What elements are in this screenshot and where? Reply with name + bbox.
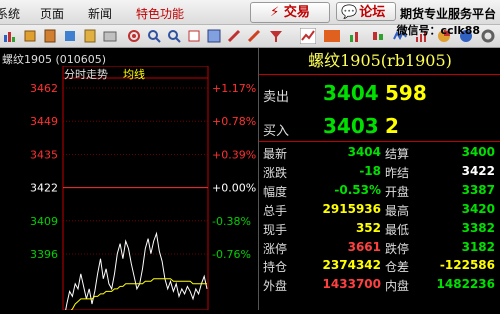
quote-label: 仓差	[385, 260, 410, 275]
ask-label: 卖出	[263, 90, 290, 105]
forum-label: 论坛	[359, 5, 386, 20]
quote-label: 最高	[385, 203, 410, 218]
trend-icon[interactable]	[300, 28, 316, 44]
divider	[259, 141, 500, 142]
trade-button[interactable]: ⚡ 交易	[250, 2, 330, 23]
filter-icon[interactable]	[268, 28, 284, 44]
divider	[259, 74, 500, 75]
pct-tick: -0.76%	[212, 248, 251, 261]
tab-average-line[interactable]: 均线	[123, 67, 145, 81]
forum-button[interactable]: 💬 论坛	[336, 2, 396, 21]
quote-value: 3422	[461, 163, 495, 178]
table-icon[interactable]	[102, 28, 118, 44]
quote-label: 现手	[263, 222, 288, 237]
brush-icon[interactable]	[246, 28, 262, 44]
intraday-chart-svg: 分时走势 均线 3462 +1.17% 3449 +0.78% 3435 +0.39% 34…	[0, 65, 258, 314]
book-icon[interactable]	[42, 28, 58, 44]
price-tick: 3462	[30, 82, 58, 95]
quote-title: 螺纹1905(rb1905)	[308, 51, 452, 70]
quote-label: 持仓	[263, 260, 288, 275]
quote-label: 昨结	[385, 165, 410, 180]
quote-label: 跌停	[385, 241, 410, 256]
zoom-in-icon[interactable]	[166, 28, 182, 44]
quote-value: -122586	[439, 258, 495, 273]
bars-icon[interactable]	[348, 28, 364, 44]
menu-features[interactable]: 特色功能	[136, 5, 184, 22]
price-tick: 3396	[30, 248, 58, 261]
menu-system[interactable]: 系统	[0, 5, 20, 22]
quote-label: 结算	[385, 147, 410, 161]
calendar-icon[interactable]	[186, 28, 202, 44]
bid-volume: 2	[385, 114, 399, 138]
grid-icon[interactable]	[206, 28, 222, 44]
pct-tick: -0.38%	[212, 215, 251, 228]
tick-icon[interactable]	[324, 28, 340, 44]
chart-icon[interactable]	[2, 28, 18, 44]
quote-value: 1482236	[436, 277, 495, 292]
pct-tick: +1.17%	[212, 82, 256, 95]
intraday-chart[interactable]: 分时走势 均线 3462 +1.17% 3449 +0.78% 3435 +0.39% 34…	[0, 65, 258, 314]
chat-bubble-icon: 💬	[341, 5, 358, 20]
pct-tick: +0.78%	[212, 115, 256, 128]
promo-line-2: 微信号：cclk88	[396, 24, 480, 37]
quote-value: 3404	[347, 145, 381, 159]
instrument-header: 螺纹1905 (010605)	[0, 48, 256, 66]
tab-minute-trend[interactable]: 分时走势	[64, 68, 108, 81]
ask-price[interactable]: 3404	[323, 81, 379, 105]
quote-value: 3387	[461, 182, 495, 197]
quote-label: 幅度	[263, 184, 288, 199]
settings-icon[interactable]	[480, 28, 496, 44]
price-tick: 3422	[30, 182, 58, 195]
instrument-code: 螺纹1905 (010605)	[2, 53, 107, 66]
ask-volume: 598	[385, 81, 427, 105]
quote-value: 3382	[461, 220, 495, 235]
bar-icon[interactable]	[22, 28, 38, 44]
pct-tick: +0.39%	[212, 148, 256, 161]
quote-label: 外盘	[263, 279, 288, 294]
search-icon[interactable]	[146, 28, 162, 44]
quote-value: 3661	[347, 239, 381, 254]
target-icon[interactable]	[126, 28, 142, 44]
quote-label: 最低	[385, 222, 410, 237]
quote-label: 涨停	[263, 241, 288, 256]
pct-tick: +0.00%	[212, 182, 256, 195]
menu-page[interactable]: 页面	[40, 5, 64, 22]
quote-panel: 螺纹1905(rb1905) 卖出 3404 598 买入 3403 2 最新 3…	[258, 48, 500, 310]
promo-line-1: 期货专业服务平台	[399, 7, 496, 21]
pen-icon[interactable]	[226, 28, 242, 44]
quote-value: 352	[355, 220, 381, 235]
quote-value: 3420	[461, 201, 495, 216]
quote-value: 3400	[461, 145, 495, 159]
quote-label: 涨跌	[263, 165, 288, 180]
quote-value: 2374342	[322, 258, 381, 273]
bid-price[interactable]: 3403	[323, 114, 379, 138]
quote-label: 内盘	[385, 279, 410, 294]
quote-value: 3182	[461, 239, 495, 254]
price-tick: 3435	[30, 148, 58, 161]
notebook-icon[interactable]	[82, 28, 98, 44]
kline-icon[interactable]	[370, 28, 386, 44]
quote-label: 开盘	[385, 184, 410, 199]
list-icon[interactable]	[62, 28, 78, 44]
quote-value: -18	[359, 163, 381, 178]
menu-news[interactable]: 新闻	[88, 5, 112, 22]
quote-label: 最新	[263, 147, 288, 161]
quote-value: 1433700	[322, 277, 381, 292]
price-tick: 3449	[30, 115, 58, 128]
quote-value: 2915936	[322, 201, 381, 216]
quote-value: -0.53%	[334, 182, 381, 197]
price-tick: 3409	[30, 215, 58, 228]
bid-label: 买入	[263, 124, 290, 139]
quote-label: 总手	[263, 203, 288, 218]
